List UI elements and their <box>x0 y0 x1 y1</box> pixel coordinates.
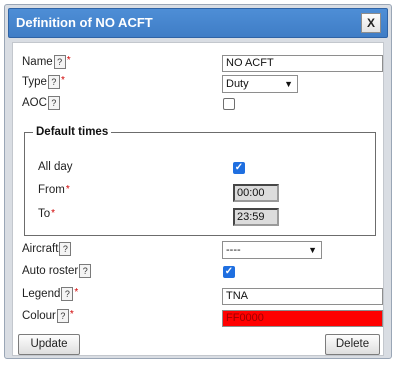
auto-roster-row-label: Auto roster? <box>22 264 92 278</box>
colour-label: Colour <box>22 310 56 323</box>
from-required-mark: * <box>65 184 70 195</box>
type-label: Type <box>22 76 47 89</box>
name-help-icon[interactable]: ? <box>53 55 66 69</box>
default-times-legend: Default times <box>36 126 109 138</box>
type-help-icon[interactable]: ? <box>47 75 60 89</box>
legend-row-label: Legend? * <box>22 287 78 301</box>
name-required-mark: * <box>66 55 71 66</box>
colour-required-mark: * <box>69 309 74 320</box>
colour-help-icon[interactable]: ? <box>56 309 69 323</box>
name-input[interactable]: NO ACFT <box>222 55 383 72</box>
aircraft-row-label: Aircraft? <box>22 242 72 256</box>
colour-row-label: Colour? * <box>22 309 74 323</box>
type-required-mark: * <box>60 75 65 86</box>
aircraft-select-value: ---- <box>226 244 241 256</box>
to-label: To <box>38 208 51 220</box>
chevron-down-icon: ▼ <box>284 79 293 89</box>
to-time-input[interactable]: 23:59 <box>233 208 279 226</box>
legend-label: Legend <box>22 288 61 301</box>
to-required-mark: * <box>51 208 56 219</box>
type-select[interactable]: Duty ▼ <box>222 75 298 93</box>
auto-roster-checkbox[interactable]: ✓ <box>223 266 235 278</box>
dialog-title: Definition of NO ACFT <box>16 15 153 30</box>
aoc-label: AOC <box>22 97 47 110</box>
to-row-label: To* <box>38 208 55 220</box>
aircraft-label: Aircraft <box>22 243 59 256</box>
from-time-input[interactable]: 00:00 <box>233 184 279 202</box>
close-button[interactable]: X <box>361 13 381 33</box>
dialog-body: Name? * NO ACFT Type? * Duty ▼ AOC? Defaul… <box>12 42 384 356</box>
all-day-label: All day <box>38 161 73 173</box>
aircraft-help-icon[interactable]: ? <box>59 242 72 256</box>
definition-dialog: Definition of NO ACFT X Name? * NO ACFT T… <box>4 4 392 359</box>
aircraft-select[interactable]: ---- ▼ <box>222 241 322 259</box>
aoc-help-icon[interactable]: ? <box>47 96 60 110</box>
aoc-row-label: AOC? <box>22 96 60 110</box>
colour-input[interactable]: FF0000 <box>222 310 383 327</box>
from-row-label: From* <box>38 184 70 196</box>
update-button[interactable]: Update <box>18 334 80 355</box>
auto-roster-label: Auto roster <box>22 265 79 278</box>
auto-roster-help-icon[interactable]: ? <box>79 264 92 278</box>
from-label: From <box>38 184 65 196</box>
type-row-label: Type? * <box>22 75 65 89</box>
aoc-checkbox[interactable] <box>223 98 235 110</box>
all-day-checkbox[interactable]: ✓ <box>233 162 245 174</box>
legend-required-mark: * <box>74 287 79 298</box>
legend-input[interactable]: TNA <box>222 288 383 305</box>
default-times-group: Default times All day ✓ From* 00:00 To* … <box>24 126 376 236</box>
name-row-label: Name? * <box>22 55 71 69</box>
type-select-value: Duty <box>226 78 249 90</box>
delete-button[interactable]: Delete <box>325 334 380 355</box>
chevron-down-icon: ▼ <box>308 245 317 255</box>
legend-help-icon[interactable]: ? <box>61 287 74 301</box>
dialog-titlebar[interactable]: Definition of NO ACFT X <box>8 8 388 38</box>
name-label: Name <box>22 56 53 69</box>
